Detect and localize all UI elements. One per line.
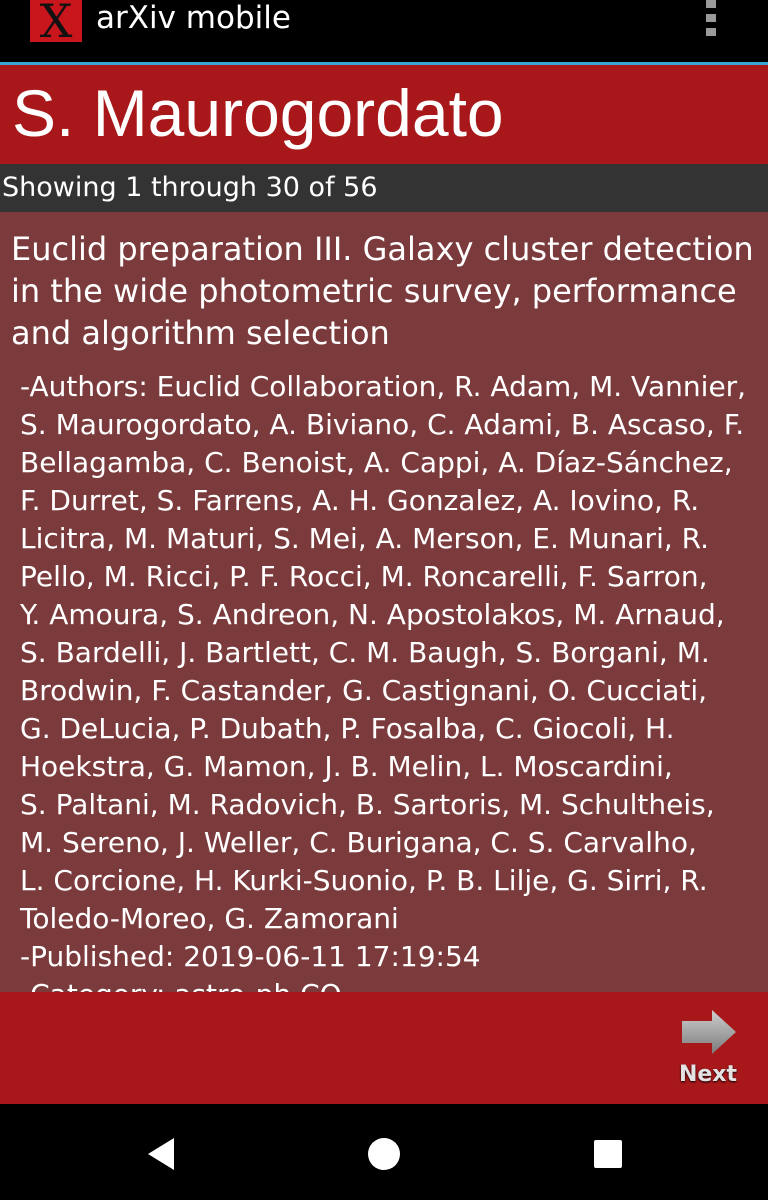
- results-count-bar: Showing 1 through 30 of 56: [0, 164, 768, 212]
- paper-meta: -Authors: Euclid Collaboration, R. Adam,…: [20, 368, 760, 992]
- authors-line: L. Corcione, H. Kurki-Suonio, P. B. Lilj…: [20, 864, 708, 897]
- home-circle-icon[interactable]: [364, 1134, 404, 1174]
- authors-line: Hoekstra, G. Mamon, J. B. Melin, L. Mosc…: [20, 750, 673, 783]
- authors-line: S. Bardelli, J. Bartlett, C. M. Baugh, S…: [20, 636, 710, 669]
- arrow-right-icon: [682, 1010, 736, 1054]
- app-logo-icon: X: [30, 0, 82, 44]
- authors-line: -Authors: Euclid Collaboration, R. Adam,…: [20, 370, 747, 403]
- authors-line: Y. Amoura, S. Andreon, N. Apostolakos, M…: [20, 598, 725, 631]
- bottom-toolbar: Next: [0, 992, 768, 1104]
- paper-title: Euclid preparation III. Galaxy cluster d…: [11, 230, 754, 352]
- back-triangle-icon[interactable]: [142, 1134, 182, 1174]
- app-title: arXiv mobile: [96, 0, 291, 36]
- authors-line: Toledo-Moreo, G. Zamorani: [20, 902, 399, 935]
- results-count: Showing 1 through 30 of 56: [2, 172, 378, 203]
- authors-line: S. Paltani, M. Radovich, B. Sartoris, M.…: [20, 788, 715, 821]
- system-nav-bar: [0, 1104, 768, 1200]
- action-bar: X arXiv mobile: [0, 0, 768, 62]
- authors-line: Bellagamba, C. Benoist, A. Cappi, A. Día…: [20, 446, 733, 479]
- overflow-menu-icon[interactable]: [700, 0, 724, 40]
- authors-line: F. Durret, S. Farrens, A. H. Gonzalez, A…: [20, 484, 700, 517]
- published-date: -Published: 2019-06-11 17:19:54: [20, 940, 481, 973]
- authors-line: M. Sereno, J. Weller, C. Burigana, C. S.…: [20, 826, 697, 859]
- category: -Category: astro-ph.CO: [20, 976, 760, 992]
- authors-line: Brodwin, F. Castander, G. Castignani, O.…: [20, 674, 708, 707]
- authors-line: S. Maurogordato, A. Biviano, C. Adami, B…: [20, 408, 745, 441]
- author-header: S. Maurogordato: [0, 65, 768, 164]
- next-label: Next: [678, 1062, 738, 1087]
- page-title: S. Maurogordato: [12, 76, 504, 150]
- next-button[interactable]: Next: [670, 1006, 750, 1090]
- authors-line: Pello, M. Ricci, P. F. Rocci, M. Roncare…: [20, 560, 708, 593]
- paper-list-item[interactable]: Euclid preparation III. Galaxy cluster d…: [0, 212, 768, 992]
- authors-line: Licitra, M. Maturi, S. Mei, A. Merson, E…: [20, 522, 710, 555]
- recents-square-icon[interactable]: [588, 1134, 628, 1174]
- authors-line: G. DeLucia, P. Dubath, P. Fosalba, C. Gi…: [20, 712, 675, 745]
